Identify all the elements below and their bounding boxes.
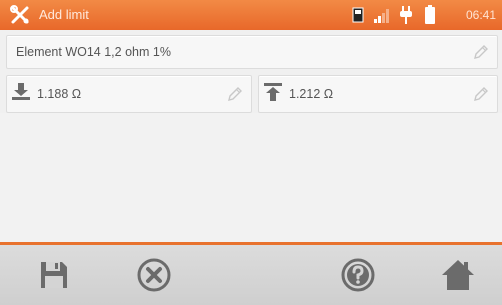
save-icon[interactable]	[36, 257, 72, 293]
element-name-value: Element WO14 1,2 ohm 1%	[16, 45, 171, 59]
pencil-icon[interactable]	[473, 44, 489, 60]
upper-limit-field[interactable]: 1.212 Ω	[258, 75, 498, 113]
title-bar: Add limit 06:41	[0, 0, 502, 30]
pencil-icon[interactable]	[473, 86, 489, 102]
lower-limit-field[interactable]: 1.188 Ω	[6, 75, 252, 113]
cancel-icon[interactable]	[136, 257, 172, 293]
lower-limit-value: 1.188 Ω	[37, 87, 82, 101]
upper-limit-icon	[264, 83, 282, 101]
clock: 06:41	[465, 8, 496, 22]
battery-icon	[424, 5, 436, 30]
help-icon[interactable]	[340, 257, 376, 293]
home-icon[interactable]	[440, 257, 476, 293]
memory-card-icon	[352, 7, 364, 28]
pencil-icon[interactable]	[227, 86, 243, 102]
tool-icon	[10, 5, 29, 24]
bottom-toolbar	[0, 245, 502, 305]
element-name-field[interactable]: Element WO14 1,2 ohm 1%	[6, 35, 498, 69]
plug-icon	[400, 6, 412, 29]
content-area	[0, 113, 502, 243]
upper-limit-value: 1.212 Ω	[289, 87, 334, 101]
lower-limit-icon	[12, 83, 30, 100]
page-title: Add limit	[39, 7, 89, 22]
signal-icon	[374, 9, 390, 28]
status-area: 06:41	[352, 0, 502, 30]
